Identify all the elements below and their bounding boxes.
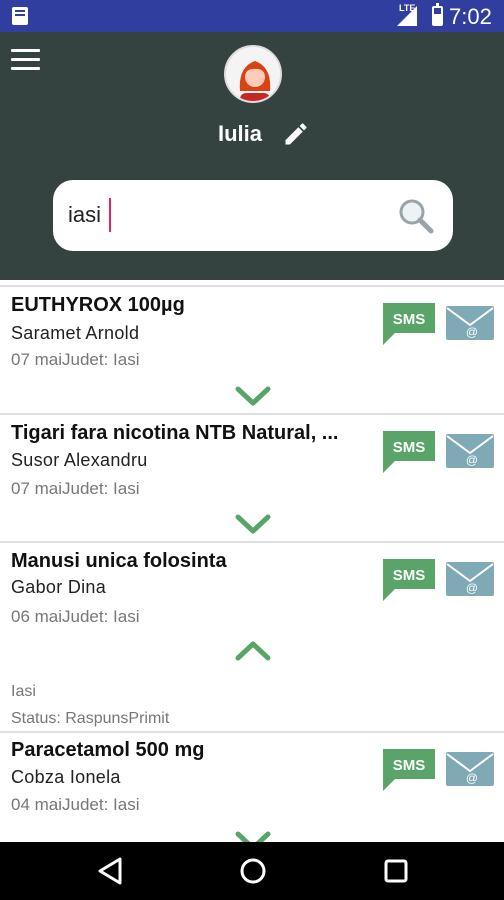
email-button[interactable]: @ xyxy=(445,305,495,341)
item-title: EUTHYROX 100µg xyxy=(11,294,185,316)
network-label: LTE xyxy=(399,3,416,13)
email-button[interactable]: @ xyxy=(445,751,495,787)
chevron-down-icon[interactable] xyxy=(234,512,272,536)
item-meta: 06 maiJudet: Iasi xyxy=(11,607,140,626)
item-title: Tigari fara nicotina NTB Natural, ... xyxy=(11,422,339,444)
list-item-expanded[interactable]: Manusi unica folosinta Gabor Dina 06 mai… xyxy=(0,541,504,733)
svg-text:@: @ xyxy=(466,325,478,339)
avatar-woman-icon xyxy=(226,47,280,101)
user-name: Iulia xyxy=(217,121,262,146)
chevron-down-icon[interactable] xyxy=(234,829,272,842)
sms-button[interactable]: SMS xyxy=(381,301,437,347)
svg-text:@: @ xyxy=(466,771,478,785)
svg-text:@: @ xyxy=(466,453,478,467)
list-item[interactable]: Tigari fara nicotina NTB Natural, ... Su… xyxy=(0,413,504,543)
chevron-up-icon[interactable] xyxy=(234,639,272,663)
sms-button[interactable]: SMS xyxy=(381,429,437,475)
item-meta: 04 maiJudet: Iasi xyxy=(11,795,140,814)
recent-apps-icon[interactable] xyxy=(381,856,411,886)
avatar[interactable] xyxy=(224,45,282,103)
item-person: Cobza Ionela xyxy=(11,767,121,787)
sd-card-icon xyxy=(12,7,28,25)
item-status: Status: RaspunsPrimit xyxy=(11,710,170,727)
item-location: Iasi xyxy=(11,683,36,700)
search-box xyxy=(53,180,453,251)
email-button[interactable]: @ xyxy=(445,561,495,597)
item-person: Saramet Arnold xyxy=(11,323,140,343)
list-item[interactable]: Paracetamol 500 mg Cobza Ionela 04 maiJu… xyxy=(0,731,504,842)
battery-icon xyxy=(432,3,443,26)
text-cursor xyxy=(109,198,111,232)
status-bar: LTE 7:02 xyxy=(0,0,504,32)
svg-text:SMS: SMS xyxy=(393,567,426,584)
item-title: Manusi unica folosinta xyxy=(11,550,227,572)
home-icon[interactable] xyxy=(238,856,268,886)
clock: 7:02 xyxy=(449,4,492,29)
item-meta: 07 maiJudet: Iasi xyxy=(11,479,140,498)
svg-text:SMS: SMS xyxy=(393,439,426,456)
item-person: Susor Alexandru xyxy=(11,450,148,470)
sms-button[interactable]: SMS xyxy=(381,747,437,793)
sms-button[interactable]: SMS xyxy=(381,557,437,603)
back-icon[interactable] xyxy=(96,856,124,886)
item-meta: 07 maiJudet: Iasi xyxy=(11,350,140,369)
chevron-down-icon[interactable] xyxy=(234,384,272,408)
hamburger-menu-icon[interactable] xyxy=(11,49,40,71)
item-title: Paracetamol 500 mg xyxy=(11,739,205,761)
search-input[interactable] xyxy=(68,200,388,230)
profile-header: Iulia xyxy=(0,32,504,280)
svg-text:SMS: SMS xyxy=(393,311,426,328)
svg-text:@: @ xyxy=(466,581,478,595)
search-icon[interactable] xyxy=(397,197,435,235)
email-button[interactable]: @ xyxy=(445,433,495,469)
edit-pencil-icon[interactable] xyxy=(282,120,310,148)
request-list: EUTHYROX 100µg Saramet Arnold 07 maiJude… xyxy=(0,280,504,842)
system-nav-bar xyxy=(0,842,504,900)
svg-text:SMS: SMS xyxy=(393,757,426,774)
item-person: Gabor Dina xyxy=(11,577,107,597)
list-item[interactable]: EUTHYROX 100µg Saramet Arnold 07 maiJude… xyxy=(0,285,504,415)
